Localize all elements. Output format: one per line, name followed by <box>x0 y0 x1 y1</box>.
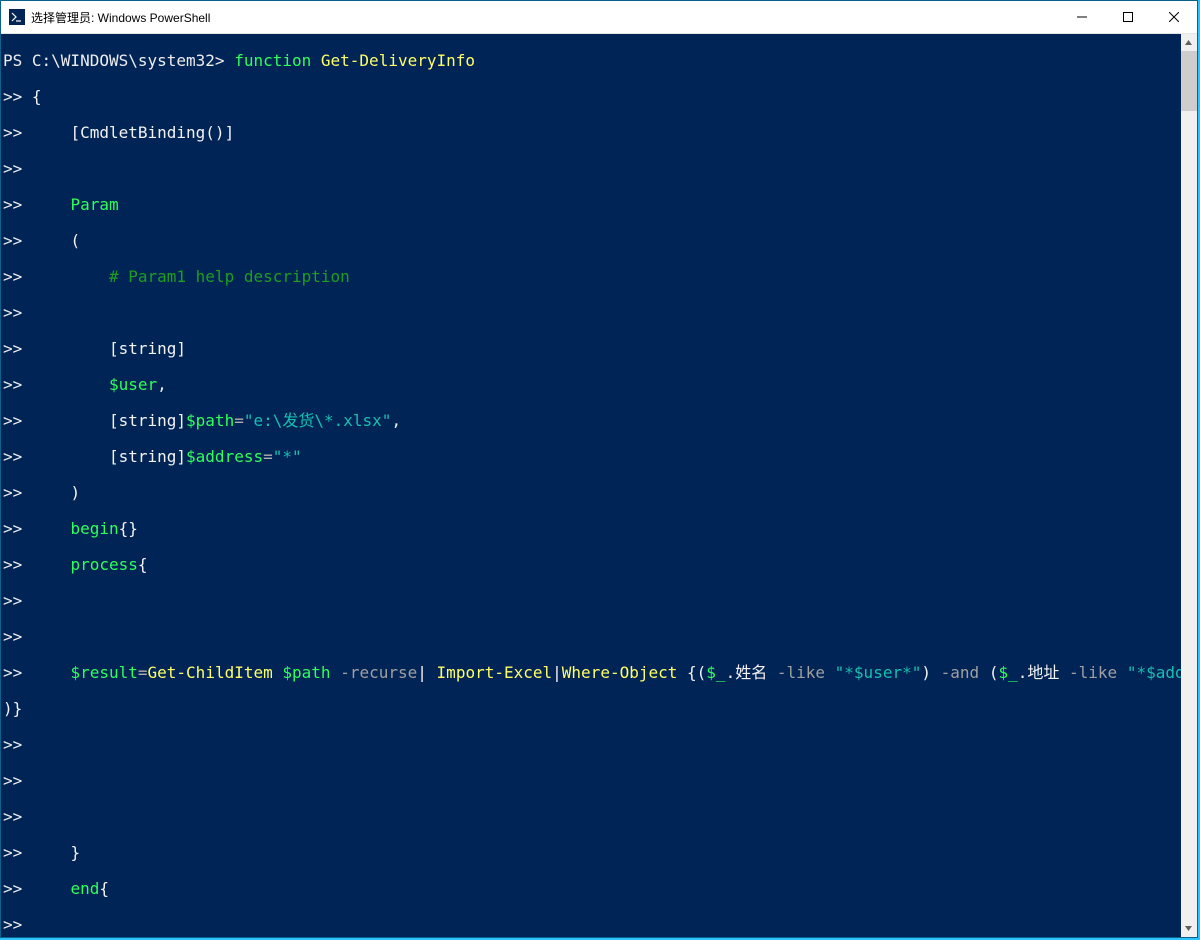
titlebar[interactable]: 选择管理员: Windows PowerShell <box>1 1 1197 34</box>
var-user: $user <box>109 375 157 394</box>
close-button[interactable] <box>1151 1 1197 33</box>
prompt: PS C:\WINDOWS\system32> <box>3 51 234 70</box>
maximize-button[interactable] <box>1105 1 1151 33</box>
console-output[interactable]: PS C:\WINDOWS\system32> function Get-Del… <box>1 34 1181 937</box>
kw-param: Param <box>70 195 118 214</box>
scroll-up-button[interactable] <box>1181 34 1197 51</box>
kw-begin: begin <box>70 519 118 538</box>
cmd-gci: Get-ChildItem <box>148 663 273 682</box>
cmd-where-object: Where-Object <box>562 663 678 682</box>
powershell-window: 选择管理员: Windows PowerShell PS C:\WINDOWS\… <box>0 0 1198 938</box>
kw-function: function <box>234 51 311 70</box>
fn-name: Get-DeliveryInfo <box>321 51 475 70</box>
path-literal: "e:\发货\*.xlsx" <box>244 411 392 430</box>
kw-end: end <box>70 879 99 898</box>
cmd-import-excel: Import-Excel <box>437 663 553 682</box>
client-area: PS C:\WINDOWS\system32> function Get-Del… <box>1 34 1197 937</box>
vertical-scrollbar[interactable] <box>1181 34 1197 937</box>
par-recurse: -recurse <box>340 663 417 682</box>
var-address: $address <box>186 447 263 466</box>
addr-literal: "*" <box>273 447 302 466</box>
scroll-track[interactable] <box>1181 51 1197 920</box>
window-title: 选择管理员: Windows PowerShell <box>31 9 210 26</box>
scroll-down-button[interactable] <box>1181 920 1197 937</box>
kw-process: process <box>70 555 137 574</box>
cmdletbinding: [CmdletBinding()] <box>70 123 234 142</box>
var-path: $path <box>186 411 234 430</box>
minimize-button[interactable] <box>1059 1 1105 33</box>
scroll-thumb[interactable] <box>1181 51 1197 111</box>
powershell-icon <box>9 9 25 25</box>
param-comment: # Param1 help description <box>109 267 350 286</box>
var-result: $result <box>70 663 137 682</box>
